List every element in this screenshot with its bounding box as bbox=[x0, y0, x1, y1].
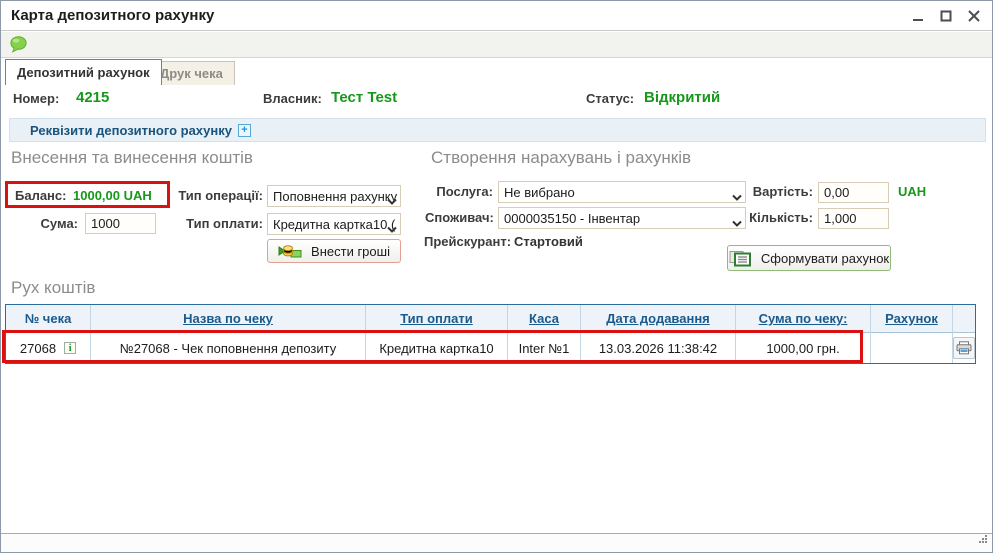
chevron-down-icon bbox=[732, 189, 742, 203]
cell-payment-type: Кредитна картка10 bbox=[366, 333, 508, 363]
sum-input[interactable] bbox=[85, 213, 156, 234]
cell-date-added: 13.03.2026 11:38:42 bbox=[581, 333, 736, 363]
column-date-added[interactable]: Дата додавання bbox=[581, 305, 736, 333]
cost-label: Вартість: bbox=[751, 184, 813, 199]
quantity-input[interactable] bbox=[818, 208, 889, 229]
column-payment-type[interactable]: Тип оплати bbox=[366, 305, 508, 333]
details-expander-label: Реквізити депозитного рахунку bbox=[30, 123, 232, 138]
window-controls bbox=[910, 8, 982, 24]
close-icon[interactable] bbox=[966, 8, 982, 24]
info-icon[interactable]: i bbox=[64, 342, 76, 354]
window-title: Карта депозитного рахунку bbox=[11, 7, 214, 24]
comment-bubble-icon[interactable] bbox=[10, 36, 28, 53]
column-cash-desk[interactable]: Каса bbox=[508, 305, 581, 333]
consumer-select[interactable]: 0000035150 - Інвентар bbox=[498, 207, 746, 229]
account-number-label: Номер: bbox=[13, 91, 59, 106]
generate-invoice-label: Сформувати рахунок bbox=[761, 251, 889, 266]
expand-plus-icon[interactable]: + bbox=[238, 124, 251, 137]
deposit-money-button[interactable]: Внести гроші bbox=[267, 239, 401, 263]
cell-check-name: №27068 - Чек поповнення депозиту bbox=[91, 333, 366, 363]
maximize-icon[interactable] bbox=[938, 8, 954, 24]
operation-type-value: Поповнення рахунку bbox=[273, 189, 397, 204]
payment-type-value: Кредитна картка10 ( bbox=[273, 217, 395, 232]
tab-label: Друк чека bbox=[160, 66, 223, 81]
account-details-expander[interactable]: Реквізити депозитного рахунку + bbox=[9, 118, 986, 142]
tab-deposit-account[interactable]: Депозитний рахунок bbox=[5, 59, 162, 85]
payment-type-select[interactable]: Кредитна картка10 ( bbox=[267, 213, 401, 235]
cell-check-no: 27068 i bbox=[6, 333, 91, 363]
tab-strip: Депозитний рахунок Друк чека bbox=[1, 59, 992, 85]
deposit-money-label: Внести гроші bbox=[311, 244, 390, 259]
chevron-down-icon bbox=[387, 221, 397, 235]
titlebar: Карта депозитного рахунку bbox=[1, 1, 992, 31]
print-icon[interactable] bbox=[953, 337, 975, 359]
account-number-value: 4215 bbox=[76, 89, 109, 106]
cell-cash-desk: Inter №1 bbox=[508, 333, 581, 363]
toolbar bbox=[1, 32, 992, 58]
generate-invoice-button[interactable]: Сформувати рахунок bbox=[727, 245, 891, 271]
status-value: Відкритий bbox=[644, 89, 720, 106]
consumer-value: 0000035150 - Інвентар bbox=[504, 211, 640, 226]
balance-value: 1000,00 UAH bbox=[73, 188, 152, 203]
chevron-down-icon bbox=[732, 215, 742, 229]
column-check-no: № чека bbox=[6, 305, 91, 333]
service-label: Послуга: bbox=[431, 184, 493, 199]
table-header-row: № чека Назва по чеку Тип оплати Каса Дат… bbox=[6, 305, 975, 333]
resize-grip-icon[interactable] bbox=[977, 531, 988, 549]
sum-label: Сума: bbox=[36, 216, 78, 231]
cell-amount: 1000,00 грн. bbox=[736, 333, 871, 363]
status-label: Статус: bbox=[586, 91, 634, 106]
minimize-icon[interactable] bbox=[910, 8, 926, 24]
coins-icon bbox=[278, 244, 302, 259]
consumer-label: Споживач: bbox=[425, 210, 493, 225]
currency-label: UAH bbox=[898, 184, 926, 199]
funds-section-title: Внесення та винесення коштів bbox=[11, 148, 253, 168]
chevron-down-icon bbox=[387, 193, 397, 207]
owner-value: Тест Test bbox=[331, 89, 397, 106]
column-check-name[interactable]: Назва по чеку bbox=[91, 305, 366, 333]
balance-label: Баланс: bbox=[15, 188, 66, 203]
cost-input[interactable] bbox=[818, 182, 889, 203]
quantity-label: Кількість: bbox=[749, 210, 813, 225]
column-amount[interactable]: Сума по чеку: bbox=[736, 305, 871, 333]
cell-account bbox=[871, 333, 953, 363]
column-account[interactable]: Рахунок bbox=[871, 305, 953, 333]
service-select[interactable]: Не вибрано bbox=[498, 181, 746, 203]
movements-table: № чека Назва по чеку Тип оплати Каса Дат… bbox=[5, 304, 976, 364]
tab-label: Депозитний рахунок bbox=[17, 65, 150, 80]
movements-title: Рух коштів bbox=[11, 278, 95, 298]
pricelist-value: Стартовий bbox=[514, 234, 583, 249]
cell-actions bbox=[953, 333, 975, 363]
deposit-account-window: Карта депозитного рахунку Депозитний ра bbox=[0, 0, 993, 553]
operation-type-select[interactable]: Поповнення рахунку bbox=[267, 185, 401, 207]
owner-label: Власник: bbox=[263, 91, 322, 106]
check-no-value: 27068 bbox=[20, 341, 56, 356]
charges-section-title: Створення нарахувань і рахунків bbox=[431, 148, 691, 168]
invoice-document-icon bbox=[729, 250, 752, 267]
operation-type-label: Тип операції: bbox=[171, 188, 263, 203]
service-value: Не вибрано bbox=[504, 185, 575, 200]
payment-type-label: Тип оплати: bbox=[176, 216, 263, 231]
column-actions bbox=[953, 305, 975, 333]
table-row: 27068 i №27068 - Чек поповнення депозиту… bbox=[6, 333, 975, 363]
pricelist-label: Прейскурант: bbox=[424, 234, 511, 249]
status-bar bbox=[1, 533, 992, 552]
